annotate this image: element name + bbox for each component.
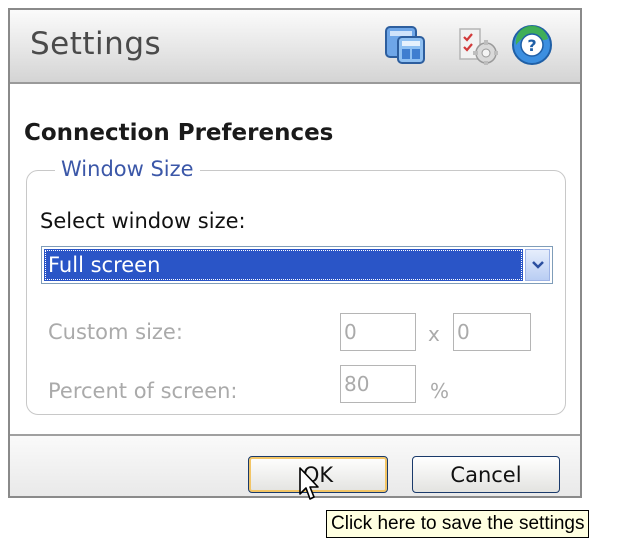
window-title: Settings [30, 26, 162, 62]
cancel-button[interactable]: Cancel [412, 456, 560, 493]
window-size-selected-value: Full screen [44, 249, 523, 281]
percent-unit: % [430, 379, 450, 403]
help-icon[interactable]: ? [510, 23, 554, 67]
section-heading: Connection Preferences [24, 120, 334, 146]
title-bar: Settings ? [10, 10, 580, 84]
custom-size-label: Custom size: [48, 320, 183, 344]
percent-of-screen-label: Percent of screen: [48, 379, 238, 403]
group-legend: Window Size [55, 157, 200, 181]
custom-height-input[interactable] [453, 313, 531, 351]
ok-tooltip: Click here to save the settings [326, 510, 590, 538]
window-size-select[interactable]: Full screen [41, 246, 553, 284]
custom-width-input[interactable] [340, 313, 416, 351]
custom-size-separator: x [428, 322, 440, 346]
button-bar: OK Cancel [10, 434, 580, 496]
window-size-group: Window Size Select window size: Full scr… [26, 157, 566, 415]
select-window-size-label: Select window size: [40, 209, 246, 233]
mouse-cursor-icon [298, 466, 322, 502]
dropdown-arrow-icon[interactable] [525, 249, 550, 281]
windows-icon[interactable] [384, 23, 428, 67]
checklist-icon[interactable] [456, 23, 500, 67]
svg-text:?: ? [527, 36, 536, 55]
percent-input[interactable] [340, 365, 416, 403]
settings-window: Settings ? Connection Preferences Window… [8, 8, 582, 498]
